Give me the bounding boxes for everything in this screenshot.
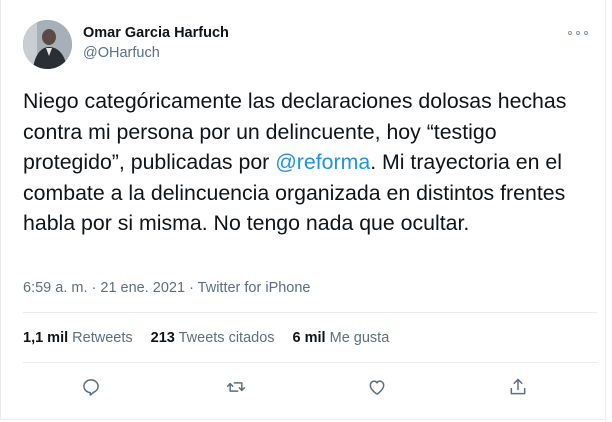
divider	[23, 362, 597, 363]
divider	[23, 312, 597, 313]
meta-separator: ·	[87, 280, 101, 296]
avatar[interactable]	[23, 20, 72, 69]
quotes-count: 213	[150, 330, 175, 346]
retweet-icon[interactable]	[225, 376, 247, 398]
like-icon[interactable]	[366, 376, 388, 398]
quotes-stat[interactable]: 213 Tweets citados	[151, 330, 275, 346]
quotes-label: Tweets citados	[178, 330, 275, 346]
likes-stat[interactable]: 6 mil Me gusta	[293, 330, 390, 346]
tweet-meta: 6:59 a. m. · 21 ene. 2021 · Twitter for …	[23, 280, 311, 296]
tweet-text: Niego categóricamente las declaraciones …	[23, 86, 595, 239]
tweet-time[interactable]: 6:59 a. m.	[23, 280, 87, 296]
engagement-stats: 1,1 mil Retweets 213 Tweets citados 6 mi…	[23, 330, 389, 346]
likes-count: 6 mil	[292, 330, 326, 346]
tweet-date[interactable]: 21 ene. 2021	[100, 280, 185, 296]
retweets-stat[interactable]: 1,1 mil Retweets	[23, 330, 133, 346]
user-handle[interactable]: @OHarfuch	[83, 45, 160, 61]
mention-link[interactable]: @reforma	[275, 150, 370, 174]
tweet-actions	[1, 376, 607, 398]
tweet-source[interactable]: Twitter for iPhone	[198, 280, 311, 296]
tweet-card: Omar Garcia Harfuch @OHarfuch Niego cate…	[0, 0, 606, 420]
share-icon[interactable]	[507, 376, 529, 398]
meta-separator: ·	[185, 280, 198, 296]
retweets-label: Retweets	[72, 330, 133, 346]
reply-icon[interactable]	[80, 376, 102, 398]
user-display-name[interactable]: Omar Garcia Harfuch	[83, 25, 229, 41]
likes-label: Me gusta	[329, 330, 390, 346]
more-options-icon[interactable]	[568, 26, 588, 40]
avatar-photo	[23, 20, 72, 69]
retweets-count: 1,1 mil	[23, 330, 69, 346]
